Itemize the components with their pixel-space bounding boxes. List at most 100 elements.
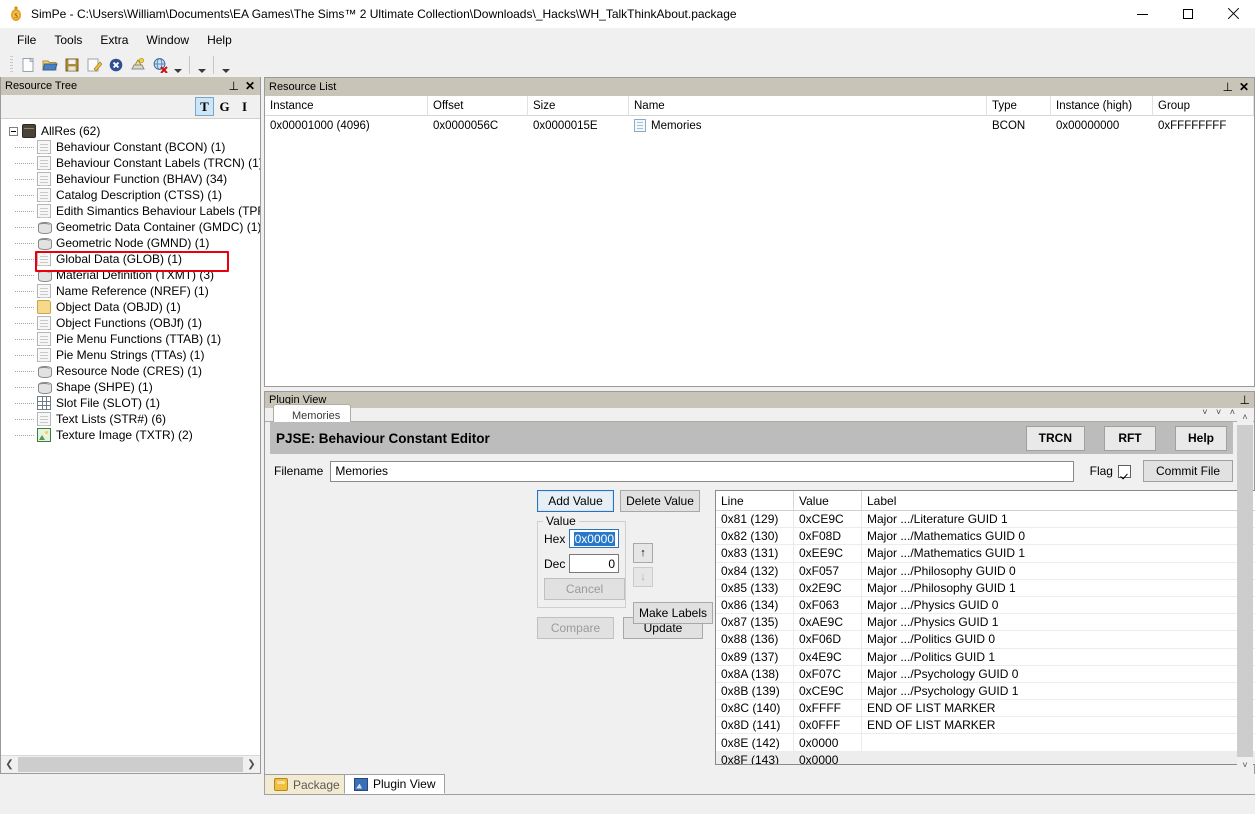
column-header-offset[interactable]: Offset — [428, 95, 528, 116]
grid-row[interactable]: 0x8D (141) 0x0FFF END OF LIST MARKER — [716, 717, 1255, 735]
tree-item-4[interactable]: Edith Simantics Behaviour Labels (TPRP) … — [1, 203, 260, 219]
column-header-instance[interactable]: Instance — [265, 95, 428, 116]
tree-item-10[interactable]: Object Data (OBJD) (1) — [1, 299, 260, 315]
grid-row[interactable]: 0x86 (134) 0xF063 Major .../Physics GUID 0 — [716, 596, 1255, 615]
panel-window-controls[interactable]: ˅ ˅ ˄ — [1202, 407, 1238, 417]
save-icon[interactable] — [61, 54, 83, 76]
column-header-group[interactable]: Group — [1153, 95, 1254, 116]
tree-view-button-i[interactable]: I — [235, 97, 254, 116]
menu-item-help[interactable]: Help — [198, 30, 241, 50]
tree-view-button-g[interactable]: G — [215, 97, 234, 116]
toolbar-overflow-1-icon[interactable] — [171, 54, 184, 76]
hscroll-thumb[interactable] — [18, 757, 243, 772]
dec-input[interactable]: 0 — [568, 554, 619, 573]
flag-checkbox[interactable] — [1117, 464, 1131, 478]
menu-item-window[interactable]: Window — [137, 30, 198, 50]
grid-row[interactable]: 0x84 (132) 0xF057 Major .../Philosophy GUI… — [716, 562, 1255, 580]
grid-row[interactable]: 0x8E (142) 0x0000 — [716, 734, 1255, 752]
grid-row[interactable]: 0x8F (143) 0x0000 — [716, 751, 1255, 764]
column-header-type[interactable]: Type — [987, 95, 1051, 116]
plugin-view-vscrollbar[interactable]: ˄ ˅ — [1237, 409, 1253, 773]
grid-row[interactable]: 0x82 (130) 0xF08D Major .../Mathematics GU… — [716, 528, 1255, 546]
grid-row[interactable]: 0x8C (140) 0xFFFF END OF LIST MARKER — [716, 700, 1255, 718]
column-header-size[interactable]: Size — [528, 95, 629, 116]
grid-row[interactable]: 0x89 (137) 0x4E9C Major .../Politics GUID … — [716, 648, 1255, 666]
menu-item-extra[interactable]: Extra — [91, 30, 137, 50]
tree-item-7[interactable]: Global Data (GLOB) (1) — [1, 251, 260, 267]
scroll-right-icon[interactable]: ❯ — [243, 756, 260, 773]
panel-vscroll-thumb[interactable] — [1237, 425, 1253, 757]
commit-file-button[interactable]: Commit File — [1142, 460, 1233, 482]
help-button[interactable]: Help — [1174, 425, 1227, 451]
grid-row[interactable]: 0x83 (131) 0xEE9C Major .../Mathematics GU… — [716, 545, 1255, 563]
hex-input[interactable]: 0x0000 — [568, 529, 619, 548]
tree-item-1[interactable]: Behaviour Constant Labels (TRCN) (1) — [1, 155, 260, 171]
collapse-icon[interactable] — [9, 126, 18, 136]
toolbar-overflow-2-icon[interactable] — [195, 54, 208, 76]
tree-item-18[interactable]: Texture Image (TXTR) (2) — [1, 427, 260, 443]
tree-item-15[interactable]: Shape (SHPE) (1) — [1, 379, 260, 395]
grid-body[interactable]: 0x81 (129) 0xCE9C Major .../Literature GUI… — [716, 511, 1255, 764]
delete-value-button[interactable]: Delete Value — [620, 490, 700, 512]
tab-memories[interactable]: Memories — [273, 404, 352, 422]
grid-row[interactable]: 0x8A (138) 0xF07C Major .../Psychology GUI… — [716, 665, 1255, 683]
add-value-button[interactable]: Add Value — [537, 490, 614, 512]
grid-column-label[interactable]: Label — [862, 491, 1252, 510]
resource-tree-hscrollbar[interactable]: ❮ ❯ — [1, 755, 260, 773]
grid-row[interactable]: 0x8B (139) 0xCE9C Major .../Psychology GUI… — [716, 682, 1255, 701]
tree-item-5[interactable]: Geometric Data Container (GMDC) (1) — [1, 219, 260, 235]
hscroll-track[interactable] — [18, 756, 243, 773]
rft-button[interactable]: RFT — [1103, 425, 1156, 451]
new-file-icon[interactable] — [17, 54, 39, 76]
tree-item-16[interactable]: Slot File (SLOT) (1) — [1, 395, 260, 411]
scroll-left-icon[interactable]: ❮ — [1, 756, 18, 773]
tab-plugin-view[interactable]: Plugin View — [344, 774, 446, 794]
tools-icon[interactable] — [127, 54, 149, 76]
trcn-button[interactable]: TRCN — [1025, 425, 1085, 451]
close-button[interactable] — [1210, 0, 1255, 28]
grid-row[interactable]: 0x87 (135) 0xAE9C Major .../Physics GUID 1 — [716, 614, 1255, 632]
open-folder-icon[interactable] — [39, 54, 61, 76]
menu-item-file[interactable]: File — [8, 30, 45, 50]
column-header-instance-high[interactable]: Instance (high) — [1051, 95, 1153, 116]
grid-row[interactable]: 0x88 (136) 0xF06D Major .../Politics GUID … — [716, 631, 1255, 649]
tree-item-13[interactable]: Pie Menu Strings (TTAs) (1) — [1, 347, 260, 363]
column-header-name[interactable]: Name — [629, 95, 987, 116]
filename-input[interactable]: Memories — [330, 460, 1074, 482]
close-icon[interactable]: ✕ — [245, 80, 255, 92]
toolbar-overflow-3-icon[interactable] — [219, 54, 232, 76]
pin-icon[interactable]: ⊥ — [1222, 81, 1232, 93]
close-icon[interactable]: ✕ — [1239, 81, 1249, 93]
grid-column-value[interactable]: Value — [794, 491, 862, 510]
resource-tree-list[interactable]: AllRes (62) Behaviour Constant (BCON) (1… — [1, 120, 260, 751]
minimize-button[interactable] — [1120, 0, 1165, 28]
pin-icon[interactable]: ⊥ — [1240, 394, 1250, 406]
tree-item-17[interactable]: Text Lists (STR#) (6) — [1, 411, 260, 427]
make-labels-button[interactable]: Make Labels — [633, 602, 713, 624]
grid-row[interactable]: 0x81 (129) 0xCE9C Major .../Literature GUI… — [716, 511, 1255, 529]
tree-item-12[interactable]: Pie Menu Functions (TTAB) (1) — [1, 331, 260, 347]
grid-row[interactable]: 0x85 (133) 0x2E9C Major .../Philosophy GUI… — [716, 579, 1255, 597]
pin-icon[interactable]: ⊥ — [228, 80, 238, 92]
grid-column-line[interactable]: Line — [716, 491, 794, 510]
tab-package[interactable]: Package — [264, 774, 350, 794]
table-row[interactable]: 0x00001000 (4096) 0x0000056C 0x0000015E … — [265, 116, 1254, 135]
edit-icon[interactable] — [83, 54, 105, 76]
tree-root-node[interactable]: AllRes (62) — [1, 123, 260, 139]
tree-item-2[interactable]: Behaviour Function (BHAV) (34) — [1, 171, 260, 187]
maximize-button[interactable] — [1165, 0, 1210, 28]
tree-item-8[interactable]: Material Definition (TXMT) (3) — [1, 267, 260, 283]
globe-remove-icon[interactable] — [149, 54, 171, 76]
tree-view-button-t[interactable]: T — [195, 97, 214, 116]
panel-scroll-down-icon[interactable]: ˅ — [1237, 757, 1253, 773]
panel-scroll-up-icon[interactable]: ˄ — [1237, 409, 1253, 425]
tree-item-0[interactable]: Behaviour Constant (BCON) (1) — [1, 139, 260, 155]
tree-item-3[interactable]: Catalog Description (CTSS) (1) — [1, 187, 260, 203]
bcon-values-grid[interactable]: Line Value Label 0x81 (129) 0xCE9C Major .… — [715, 490, 1255, 765]
menu-item-tools[interactable]: Tools — [45, 30, 91, 50]
cancel-icon[interactable] — [105, 54, 127, 76]
tree-item-11[interactable]: Object Functions (OBJf) (1) — [1, 315, 260, 331]
tree-item-14[interactable]: Resource Node (CRES) (1) — [1, 363, 260, 379]
tree-item-6[interactable]: Geometric Node (GMND) (1) — [1, 235, 260, 251]
tree-item-9[interactable]: Name Reference (NREF) (1) — [1, 283, 260, 299]
